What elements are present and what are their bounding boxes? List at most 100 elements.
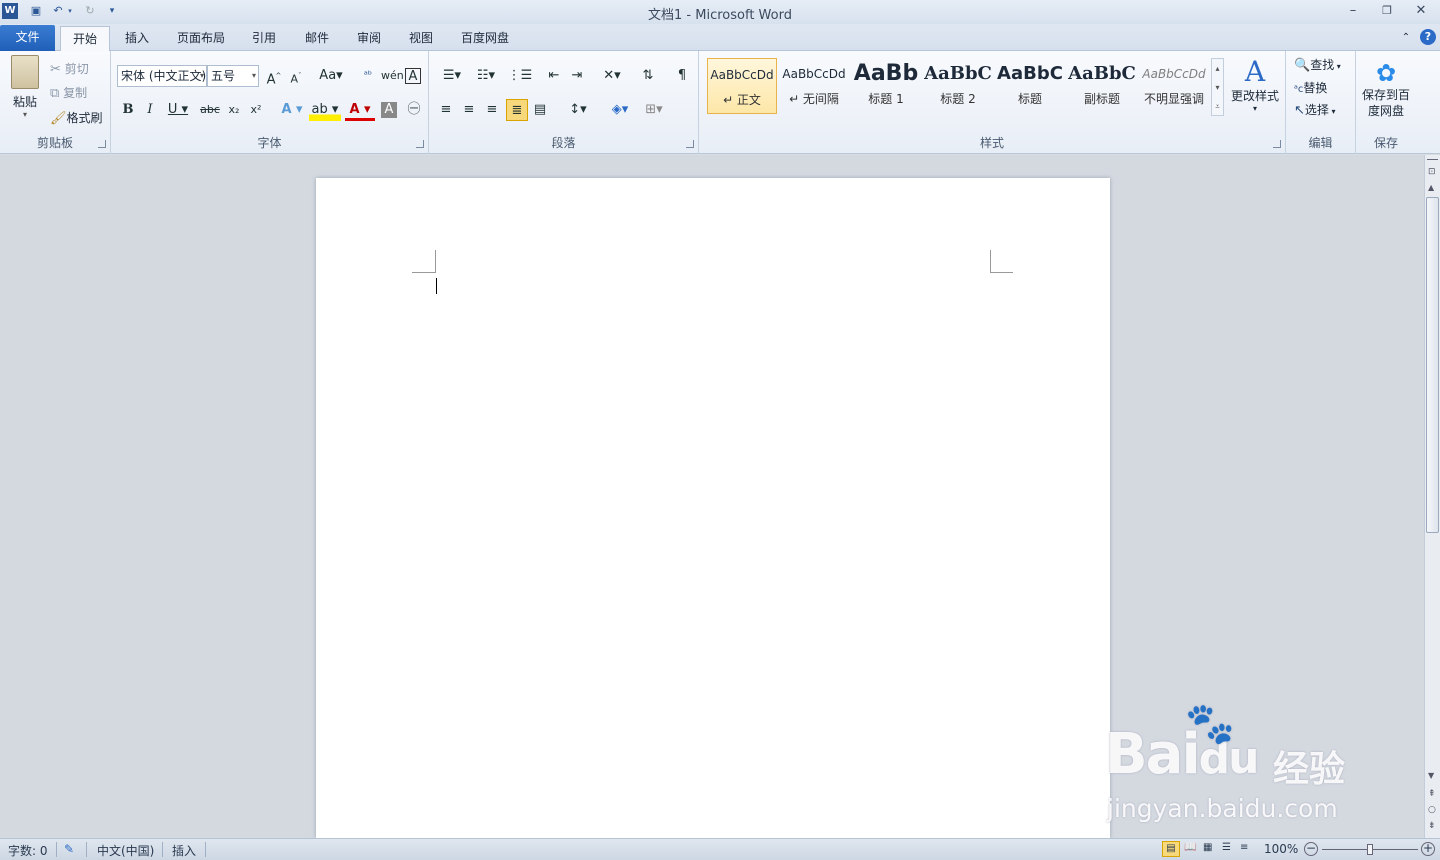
insert-mode[interactable]: 插入 bbox=[172, 842, 196, 859]
zoom-in-icon[interactable]: + bbox=[1421, 842, 1435, 856]
browse-object-icon[interactable]: ○ bbox=[1428, 805, 1436, 815]
zoom-slider-thumb[interactable] bbox=[1367, 844, 1373, 855]
tab-baidu-netdisk[interactable]: 百度网盘 bbox=[452, 26, 518, 51]
word-count[interactable]: 字数: 0 bbox=[8, 842, 48, 859]
replace-icon: ᵃc bbox=[1294, 84, 1304, 95]
select-button[interactable]: ↖选择 ▾ bbox=[1294, 101, 1335, 118]
print-layout-icon[interactable]: ▤ bbox=[1162, 841, 1180, 857]
split-handle[interactable] bbox=[1427, 159, 1438, 165]
text-effects-icon[interactable]: A ▾ bbox=[277, 99, 307, 121]
align-left-icon[interactable]: ≡ bbox=[435, 99, 457, 121]
style-subtitle[interactable]: AaBbC 副标题 bbox=[1067, 58, 1137, 114]
font-name-value: 宋体 (中文正文) bbox=[121, 69, 207, 83]
document-page[interactable] bbox=[316, 178, 1110, 838]
full-screen-reading-icon[interactable]: 📖 bbox=[1184, 842, 1196, 853]
shading-icon[interactable]: ◈▾ bbox=[605, 99, 635, 121]
font-launcher-icon[interactable] bbox=[416, 140, 424, 148]
proofing-icon[interactable]: ✎ bbox=[64, 842, 74, 856]
style-subtle-emphasis[interactable]: AaBbCcDd 不明显强调 bbox=[1139, 58, 1209, 114]
styles-launcher-icon[interactable] bbox=[1273, 140, 1281, 148]
style-title[interactable]: AaBbC 标题 bbox=[995, 58, 1065, 114]
distributed-icon[interactable]: ▤ bbox=[529, 99, 551, 121]
justify-icon[interactable]: ≣ bbox=[506, 99, 528, 121]
underline-icon[interactable]: U ▾ bbox=[163, 99, 193, 121]
strikethrough-icon[interactable]: abc bbox=[199, 99, 221, 121]
tab-file[interactable]: 文件 bbox=[0, 25, 55, 51]
replace-button[interactable]: ᵃc替换 bbox=[1294, 79, 1327, 96]
multilevel-list-icon[interactable]: ⋮☰ bbox=[505, 65, 535, 87]
font-size-select[interactable]: 五号 ▾ bbox=[207, 65, 259, 87]
highlight-icon[interactable]: ab ▾ bbox=[309, 99, 341, 121]
font-color-icon[interactable]: A ▾ bbox=[345, 99, 375, 121]
shrink-font-icon[interactable]: Aˇ bbox=[285, 65, 307, 87]
paste-button[interactable]: 粘贴 ▾ bbox=[6, 55, 44, 119]
find-button[interactable]: 🔍查找 ▾ bbox=[1294, 56, 1341, 73]
tab-view[interactable]: 视图 bbox=[399, 26, 443, 51]
font-name-select[interactable]: 宋体 (中文正文) ▾ bbox=[117, 65, 207, 87]
decrease-indent-icon[interactable]: ⇤ bbox=[543, 65, 565, 87]
char-shading-icon[interactable]: A bbox=[381, 102, 397, 118]
paste-label: 粘贴 bbox=[12, 95, 37, 109]
tab-mailings[interactable]: 邮件 bbox=[295, 26, 339, 51]
copy-button[interactable]: ⧉ 复制 bbox=[50, 84, 87, 101]
char-border-icon[interactable]: A bbox=[405, 68, 421, 84]
style-no-spacing[interactable]: AaBbCcDd ↵ 无间隔 bbox=[779, 58, 849, 114]
enclose-char-icon[interactable]: ㊀ bbox=[403, 99, 425, 121]
align-center-icon[interactable]: ≡ bbox=[458, 99, 480, 121]
font-size-value: 五号 bbox=[211, 69, 236, 83]
phonetic-guide-icon[interactable]: wén bbox=[381, 65, 404, 87]
subscript-icon[interactable]: x₂ bbox=[223, 99, 245, 121]
restore-icon[interactable]: ❐ bbox=[1372, 2, 1402, 20]
superscript-icon[interactable]: x² bbox=[245, 99, 267, 121]
scroll-up-icon[interactable]: ▲ bbox=[1428, 183, 1434, 192]
cut-button[interactable]: ✂ 剪切 bbox=[50, 60, 89, 77]
paragraph-launcher-icon[interactable] bbox=[686, 140, 694, 148]
style-heading-2[interactable]: AaBbC 标题 2 bbox=[923, 58, 993, 114]
clear-format-icon[interactable]: ᵃᵇ bbox=[357, 65, 379, 87]
bullets-icon[interactable]: ☰▾ bbox=[437, 65, 467, 87]
tab-home[interactable]: 开始 bbox=[60, 26, 110, 52]
minimize-ribbon-icon[interactable]: ⌃ bbox=[1398, 26, 1414, 51]
scroll-down-icon[interactable]: ▼ bbox=[1428, 771, 1434, 780]
grow-font-icon[interactable]: A^ bbox=[263, 65, 285, 87]
change-styles-button[interactable]: A 更改样式 ▾ bbox=[1229, 55, 1281, 114]
tab-references[interactable]: 引用 bbox=[242, 26, 286, 51]
tab-review[interactable]: 审阅 bbox=[347, 26, 391, 51]
italic-icon[interactable]: I bbox=[139, 99, 161, 121]
outline-icon[interactable]: ☰ bbox=[1222, 842, 1231, 853]
style-normal[interactable]: AaBbCcDd ↵ 正文 bbox=[707, 58, 777, 114]
zoom-out-icon[interactable]: − bbox=[1304, 842, 1318, 856]
next-page-icon[interactable]: ⇟ bbox=[1428, 821, 1436, 831]
increase-indent-icon[interactable]: ⇥ bbox=[566, 65, 588, 87]
cut-label: 剪切 bbox=[64, 62, 89, 76]
vertical-scrollbar[interactable]: ⊡ ▲ ▼ ⇞ ○ ⇟ bbox=[1424, 155, 1440, 838]
change-case-icon[interactable]: Aa▾ bbox=[317, 65, 345, 87]
style-heading-1[interactable]: AaBb 标题 1 bbox=[851, 58, 921, 114]
chinese-layout-icon[interactable]: ✕▾ bbox=[597, 65, 627, 87]
help-icon[interactable]: ? bbox=[1420, 29, 1436, 45]
close-icon[interactable]: ✕ bbox=[1406, 2, 1436, 20]
tab-page-layout[interactable]: 页面布局 bbox=[168, 26, 234, 51]
align-right-icon[interactable]: ≡ bbox=[481, 99, 503, 121]
tab-insert[interactable]: 插入 bbox=[116, 26, 158, 51]
save-to-baidu-button[interactable]: ✿ 保存到百度网盘 bbox=[1358, 59, 1414, 119]
change-styles-icon: A bbox=[1244, 55, 1266, 88]
language-status[interactable]: 中文(中国) bbox=[97, 842, 154, 859]
scroll-thumb[interactable] bbox=[1426, 197, 1439, 533]
borders-icon[interactable]: ⊞▾ bbox=[639, 99, 669, 121]
styles-scroll[interactable]: ▴ ▾ ⩡ bbox=[1211, 58, 1224, 116]
font-group: 宋体 (中文正文) ▾ 五号 ▾ A^ Aˇ Aa▾ ᵃᵇ wén A B I U … bbox=[111, 51, 429, 154]
minimize-icon[interactable]: – bbox=[1338, 2, 1368, 20]
zoom-level[interactable]: 100% bbox=[1264, 842, 1298, 856]
web-layout-icon[interactable]: ▦ bbox=[1203, 842, 1212, 853]
numbering-icon[interactable]: ☷▾ bbox=[471, 65, 501, 87]
sort-icon[interactable]: ⇅ bbox=[637, 65, 659, 87]
clipboard-launcher-icon[interactable] bbox=[98, 140, 106, 148]
format-painter-button[interactable]: 🖌格式刷 bbox=[50, 109, 103, 126]
bold-icon[interactable]: B bbox=[117, 99, 139, 121]
line-spacing-icon[interactable]: ↕▾ bbox=[563, 99, 593, 121]
ruler-toggle-icon[interactable]: ⊡ bbox=[1428, 167, 1436, 177]
draft-icon[interactable]: ≡ bbox=[1240, 842, 1248, 853]
show-marks-icon[interactable]: ¶ bbox=[671, 65, 693, 87]
previous-page-icon[interactable]: ⇞ bbox=[1428, 789, 1436, 799]
